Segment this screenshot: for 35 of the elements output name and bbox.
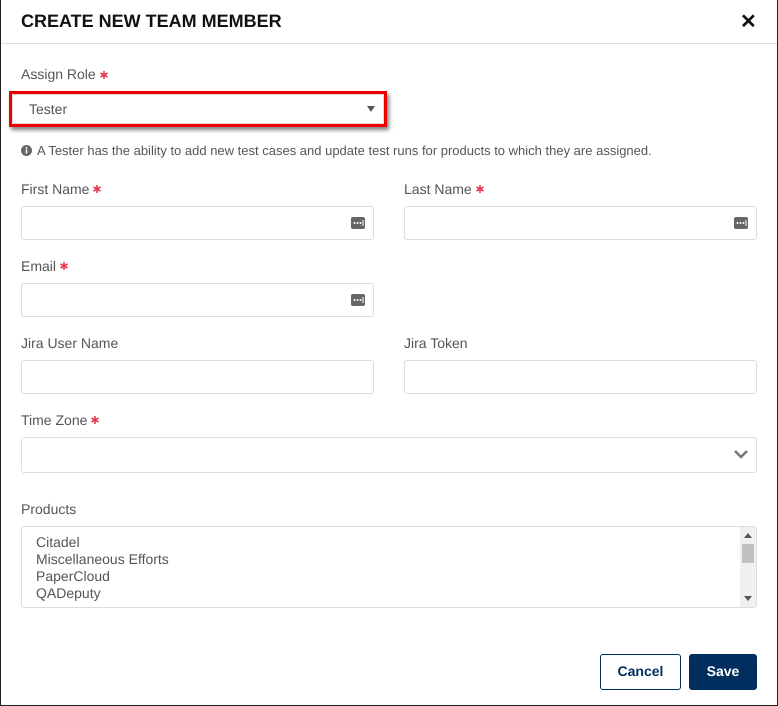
- field-label: Jira User Name: [21, 334, 118, 352]
- scroll-up-icon[interactable]: [744, 532, 752, 538]
- scroll-thumb[interactable]: [742, 544, 754, 562]
- cancel-button[interactable]: Cancel: [600, 654, 681, 690]
- time-zone-select[interactable]: [21, 436, 757, 472]
- field-label: Email: [21, 256, 56, 276]
- field-label: Jira Token: [404, 334, 468, 352]
- save-button[interactable]: Save: [689, 654, 757, 690]
- autofill-icon: [351, 294, 365, 306]
- dropdown-icon: [367, 106, 375, 112]
- input-field[interactable]: [404, 360, 757, 394]
- scrollbar[interactable]: [740, 526, 756, 606]
- role-hint: A Tester has the ability to add new test cases and update test runs for products to which they are assigned.: [37, 142, 652, 160]
- input-field[interactable]: [21, 282, 374, 316]
- scroll-down-icon[interactable]: [744, 596, 752, 600]
- field-label: Products: [21, 500, 76, 518]
- list-item[interactable]: QADeputy: [36, 584, 726, 602]
- input-field[interactable]: [21, 360, 374, 394]
- close-button[interactable]: ✕: [740, 12, 757, 32]
- role-select[interactable]: Tester: [12, 94, 384, 124]
- autofill-icon: [734, 216, 748, 228]
- field-label: Assign Role: [21, 65, 96, 84]
- field-label: Time Zone: [21, 410, 88, 430]
- field-label: First Name: [21, 180, 90, 198]
- input-field[interactable]: [21, 206, 374, 240]
- input-field[interactable]: [404, 206, 757, 240]
- list-item[interactable]: Citadel: [36, 534, 726, 550]
- list-item[interactable]: Miscellaneous Efforts: [36, 550, 726, 568]
- field-label: Last Name: [404, 180, 472, 198]
- list-item[interactable]: PaperCloud: [36, 568, 726, 584]
- info-icon: [21, 145, 32, 156]
- chevron-down-icon: [734, 450, 748, 459]
- autofill-icon: [351, 216, 365, 228]
- dialog-title: CREATE NEW TEAM MEMBER: [21, 10, 282, 32]
- products-listbox[interactable]: Citadel Miscellaneous Efforts PaperCloud QADeputy: [21, 526, 757, 608]
